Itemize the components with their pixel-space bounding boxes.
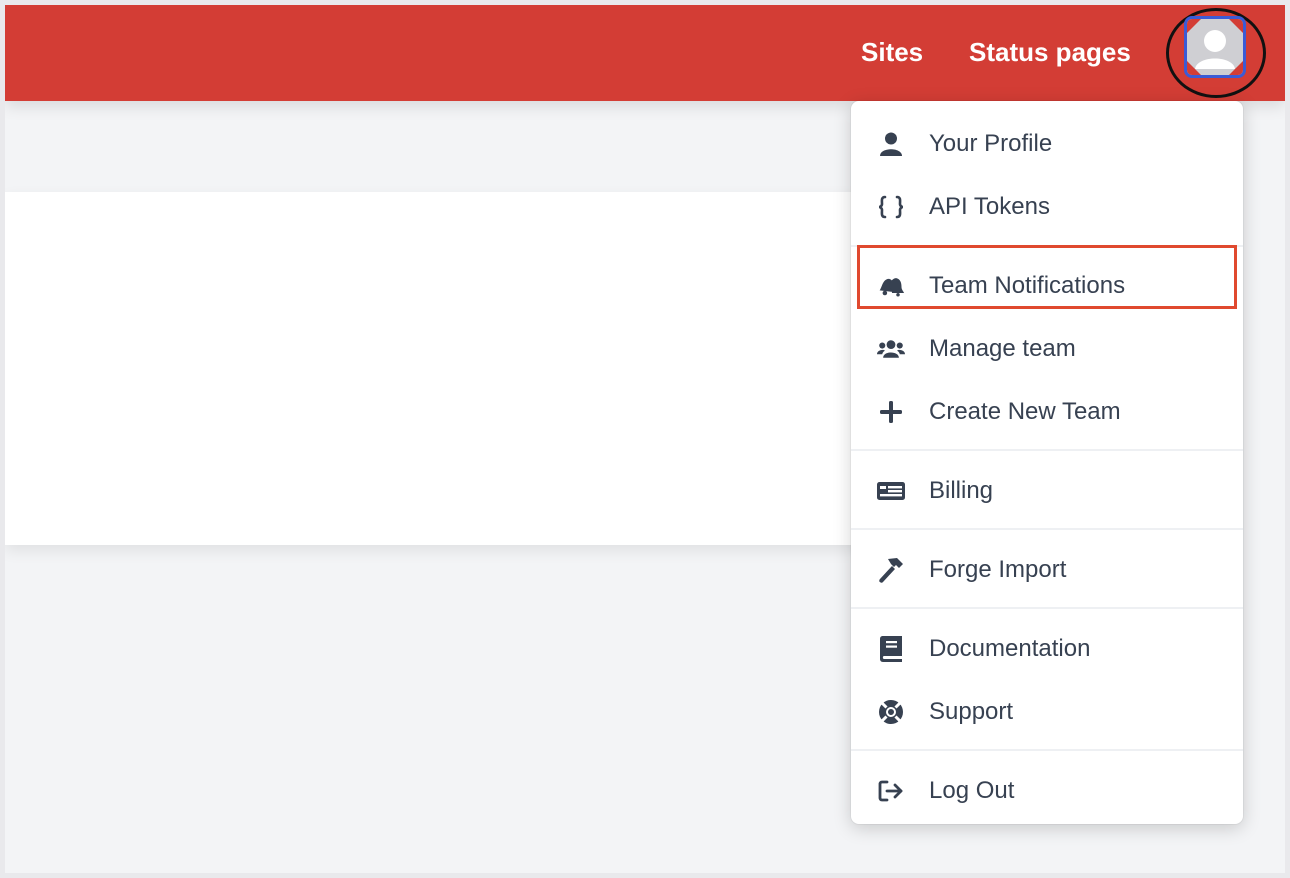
users-icon [877,335,905,363]
user-icon [877,130,905,158]
menu-item-label: Your Profile [929,130,1053,157]
menu-divider [851,607,1243,609]
menu-item-your-profile[interactable]: Your Profile [851,115,1243,173]
menu-item-forge-import[interactable]: Forge Import [851,541,1243,599]
user-avatar-icon [1187,19,1243,75]
money-bill-icon [877,477,905,505]
sign-out-icon [877,777,905,805]
menu-item-log-out[interactable]: Log Out [851,762,1243,820]
menu-item-label: Log Out [929,777,1015,804]
menu-item-label: Forge Import [929,556,1067,583]
page: Sites Status pages Your Profile API Toke… [5,5,1285,873]
menu-divider [851,449,1243,451]
content-card [5,192,885,545]
menu-item-label: Documentation [929,635,1091,662]
top-navigation-bar: Sites Status pages [5,5,1285,101]
nav-link-sites[interactable]: Sites [861,34,923,70]
menu-item-documentation[interactable]: Documentation [851,620,1243,678]
plus-icon [877,398,905,426]
book-icon [877,635,905,663]
menu-item-label: Manage team [929,335,1076,362]
menu-item-label: Billing [929,477,994,504]
menu-item-api-tokens[interactable]: API Tokens [851,178,1243,236]
menu-divider [851,245,1243,247]
menu-item-label: Team Notifications [929,272,1126,299]
user-avatar-button[interactable] [1184,16,1246,78]
menu-item-create-new-team[interactable]: Create New Team [851,383,1243,441]
menu-item-manage-team[interactable]: Manage team [851,320,1243,378]
menu-item-label: API Tokens [929,193,1050,220]
menu-item-team-notifications[interactable]: Team Notifications [851,257,1243,315]
braces-icon [877,193,905,221]
menu-item-support[interactable]: Support [851,683,1243,741]
life-ring-icon [877,698,905,726]
menu-item-label: Support [929,698,1014,725]
menu-divider [851,749,1243,751]
hammer-icon [877,556,905,584]
menu-divider [851,528,1243,530]
user-dropdown-menu: Your Profile API Tokens Team Notificatio… [851,101,1243,824]
menu-item-label: Create New Team [929,398,1121,425]
menu-item-billing[interactable]: Billing [851,462,1243,520]
nav-link-status-pages[interactable]: Status pages [969,34,1131,70]
bells-icon [877,272,905,300]
